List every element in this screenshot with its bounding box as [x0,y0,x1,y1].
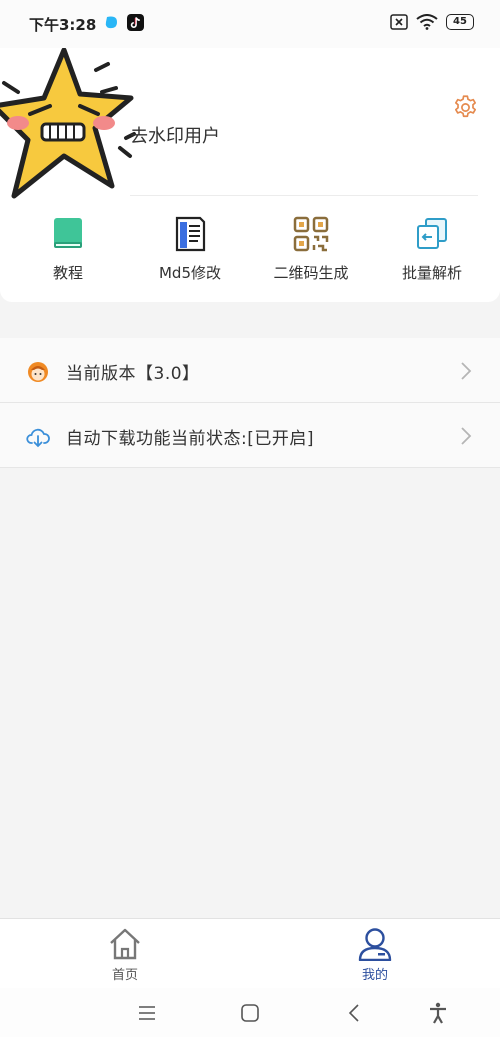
qr-code-icon [293,216,329,252]
settings-gear-icon[interactable] [452,94,479,121]
bottom-tab-bar: 首页 我的 [0,918,500,988]
chevron-right-icon [461,427,472,445]
tab-home[interactable]: 首页 [75,927,175,983]
settings-menu: 当前版本【3.0】 自动下载功能当前状态:[已开启] [0,338,500,468]
qa-md5-button[interactable]: Md5修改 [130,216,250,283]
quick-actions: 教程 Md5修改 二维码生成 批量解析 [0,216,500,286]
tab-label: 首页 [111,968,138,983]
user-icon [358,928,392,961]
qa-label: 二维码生成 [273,264,349,282]
home-square-icon[interactable] [239,1002,261,1024]
system-nav-bar [0,988,500,1037]
home-icon [110,928,140,960]
qa-qr-button[interactable]: 二维码生成 [251,216,371,283]
version-avatar-icon [28,362,48,382]
back-icon[interactable] [344,1002,366,1024]
auto-download-label: 自动下载功能当前状态:[已开启] [66,429,314,449]
wifi-icon [416,14,438,30]
username[interactable]: 去水印用户 [130,122,220,148]
accessibility-icon[interactable] [427,1002,449,1024]
version-label: 当前版本【3.0】 [66,364,200,384]
tab-mine[interactable]: 我的 [325,927,425,983]
auto-download-row[interactable]: 自动下载功能当前状态:[已开启] [0,403,500,468]
menu-icon[interactable] [136,1002,158,1024]
book-icon [54,218,82,248]
profile-card: 去水印用户 教程 Md5修改 二维码生成 批量解析 [0,48,500,302]
tab-label: 我的 [361,968,388,983]
qa-label: 教程 [52,264,83,282]
status-time: 下午3:28 [29,16,97,34]
qa-label: Md5修改 [158,264,221,282]
document-icon [175,216,206,252]
avatar[interactable] [0,48,143,208]
battery-icon: 45 [446,14,474,30]
qa-batch-button[interactable]: 批量解析 [372,216,492,283]
app-notification-icon [105,16,117,29]
tiktok-icon [127,14,144,31]
batch-parse-icon [417,218,447,249]
chevron-right-icon [461,362,472,380]
qa-label: 批量解析 [401,264,462,282]
version-row[interactable]: 当前版本【3.0】 [0,338,500,403]
divider [130,195,478,196]
status-bar: 下午3:28 45 [0,0,500,48]
cloud-download-icon [26,428,50,448]
qa-tutorial-button[interactable]: 教程 [8,216,128,283]
no-sim-icon [390,14,408,30]
